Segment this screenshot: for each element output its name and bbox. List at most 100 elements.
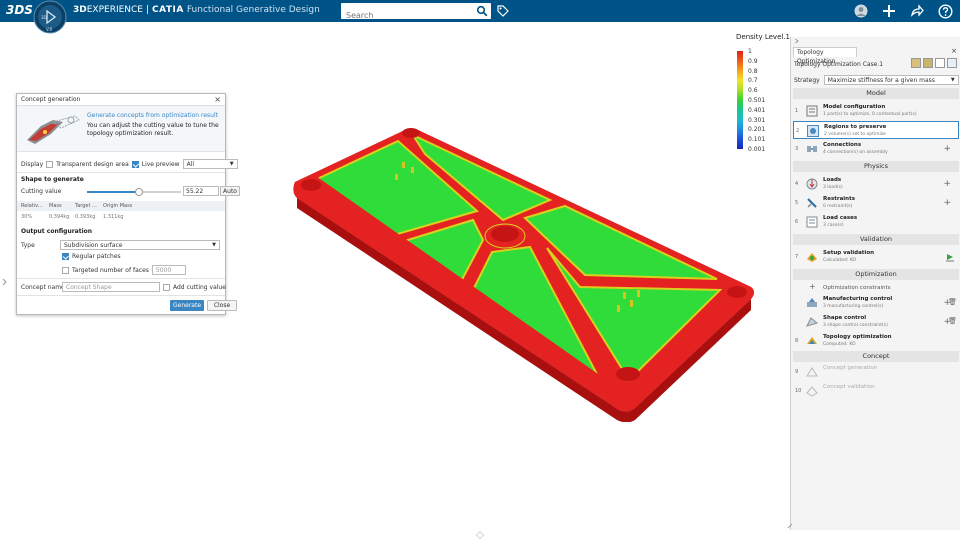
concept-illustration-icon	[27, 115, 80, 144]
case-tools	[911, 58, 957, 68]
search-box[interactable]	[341, 3, 491, 24]
header-target: Target ...	[75, 203, 97, 209]
share-icon[interactable]	[908, 2, 926, 20]
tag-icon[interactable]	[496, 4, 510, 18]
regular-patches-checkbox[interactable]	[62, 253, 69, 260]
panel-tab-row: Topology Optimization ×	[791, 45, 960, 65]
panel-collapse-icon[interactable]	[794, 38, 800, 44]
item-model-configuration[interactable]: 1 Model configuration 1 part(s) to optim…	[793, 102, 959, 120]
dialog-title-bar[interactable]: Concept generation ×	[17, 94, 225, 106]
item-regions-to-preserve[interactable]: 2 Regions to preserve 2 volume(s) set to…	[793, 121, 959, 139]
robot-handle-icon[interactable]	[476, 531, 484, 539]
item-load-cases[interactable]: 6 Load cases 3 case(s)	[793, 213, 959, 231]
app-title: 3DEXPERIENCE | CATIA Functional Generative …	[73, 5, 320, 15]
live-preview-checkbox[interactable]	[131, 160, 139, 168]
legend-label: 0.8	[748, 67, 758, 75]
dialog-header: Generate concepts from optimization resu…	[17, 106, 225, 152]
manufacturing-icon	[807, 298, 817, 307]
compass-icon[interactable]: 3D V.R	[30, 0, 70, 36]
cutting-value-input[interactable]: 55.22	[183, 186, 219, 196]
density-color-bar	[737, 51, 743, 149]
legend-label: 0.7	[748, 77, 758, 85]
add-icon[interactable]	[880, 2, 898, 20]
case-tool-icon[interactable]	[911, 58, 921, 68]
divider	[17, 278, 225, 279]
type-row: Type Subdivision surface ▼	[21, 240, 220, 250]
export-icon[interactable]	[947, 58, 957, 68]
generate-button[interactable]: Generate	[170, 300, 204, 311]
tab-topology-optimization[interactable]: Topology Optimization	[793, 47, 857, 65]
run-validation-icon[interactable]	[945, 252, 955, 262]
item-manufacturing-control[interactable]: Manufacturing control 3 manufacturing co…	[793, 294, 959, 312]
item-setup-validation[interactable]: 7 Setup validation Calculated: KO	[793, 248, 959, 266]
divider	[17, 295, 225, 296]
resize-handle-icon[interactable]	[787, 523, 793, 529]
concept-name-input[interactable]: Concept Shape	[62, 282, 160, 292]
concept-name-row: Concept name Concept Shape Add cutting v…	[21, 282, 226, 292]
help-icon[interactable]	[936, 2, 954, 20]
svg-text:3D: 3D	[41, 15, 47, 20]
type-select[interactable]: Subdivision surface ▼	[60, 240, 220, 250]
add-cutting-checkbox[interactable]	[163, 283, 170, 291]
close-icon[interactable]: ×	[951, 47, 957, 55]
strategy-row: Strategy Maximize stiffness for a given …	[794, 75, 959, 85]
topology-model-view[interactable]	[285, 122, 765, 422]
item-shape-control[interactable]: Shape control 3 shape control constraint…	[793, 313, 959, 331]
item-concept-validation[interactable]: 10 Concept validation	[793, 382, 959, 400]
shape-section-title: Shape to generate	[21, 176, 84, 183]
mass-table-header: Relativ... Mass Target ... Origin Mass	[17, 201, 225, 211]
connections-icon	[807, 146, 817, 152]
left-expander-icon[interactable]	[2, 278, 8, 286]
item-optimization-constraints[interactable]: + Optimization constraints	[793, 282, 959, 294]
loads-icon	[806, 178, 818, 190]
search-icon[interactable]	[476, 5, 488, 17]
table-icon[interactable]	[935, 58, 945, 68]
add-load-button[interactable]: +	[943, 179, 951, 189]
regular-patches-label: Regular patches	[72, 253, 121, 260]
topology-optimization-icon	[807, 337, 817, 344]
slider-fill	[87, 191, 139, 193]
section-model: Model	[793, 88, 959, 99]
dialog-head-text: You can adjust the cutting value to tune…	[87, 122, 219, 137]
transparent-checkbox[interactable]	[46, 160, 54, 168]
legend-label: 0.001	[748, 145, 766, 153]
slider-knob[interactable]	[135, 188, 143, 196]
close-icon[interactable]: ×	[214, 95, 221, 104]
regions-icon	[807, 125, 819, 137]
user-avatar-icon[interactable]	[852, 2, 870, 20]
strategy-select[interactable]: Maximize stiffness for a given mass ▼	[823, 75, 959, 85]
trash-icon[interactable]: 🗑	[948, 317, 957, 325]
auto-button[interactable]: Auto	[220, 186, 240, 196]
item-restraints[interactable]: 5 Restraints 0 restraint(s) +	[793, 194, 959, 212]
section-physics: Physics	[793, 161, 959, 172]
legend-label: 0.101	[748, 136, 766, 144]
ds-logo: 3DS	[6, 3, 33, 17]
item-loads[interactable]: 4 Loads 3 load(s) +	[793, 175, 959, 193]
targeted-faces-checkbox[interactable]	[62, 266, 69, 274]
legend-labels: 1 0.9 0.8 0.7 0.6 0.501 0.401 0.301 0.20…	[748, 47, 765, 155]
case-tool-icon[interactable]	[923, 58, 933, 68]
item-concept-generation[interactable]: 9 Concept generation	[793, 363, 959, 381]
targeted-faces-label: Targeted number of faces	[72, 266, 149, 274]
section-optimization: Optimization	[793, 269, 959, 280]
close-button[interactable]: Close	[207, 300, 237, 311]
load-cases-icon	[806, 216, 818, 228]
cutting-slider[interactable]	[87, 188, 181, 196]
top-bar: 3DS 3DEXPERIENCE | CATIA Functional Generat…	[0, 0, 960, 24]
header-origin: Origin Mass	[103, 203, 133, 209]
item-topology-optimization[interactable]: 8 Topology optimization Computed: KO	[793, 332, 959, 350]
add-icon[interactable]: +	[809, 282, 816, 291]
targeted-faces-input[interactable]: 5000	[151, 265, 186, 275]
search-input[interactable]	[341, 7, 461, 24]
legend-label: 0.301	[748, 116, 766, 124]
header-mass: Mass	[49, 203, 62, 209]
chevron-down-icon: ▼	[950, 77, 955, 83]
concept-name-label: Concept name	[21, 283, 65, 291]
add-connection-button[interactable]: +	[943, 144, 951, 154]
add-restraint-button[interactable]: +	[943, 198, 951, 208]
item-connections[interactable]: 3 Connections 4 connection(s) on assembl…	[793, 140, 959, 158]
strategy-label: Strategy	[794, 76, 820, 84]
legend-label: 0.9	[748, 57, 758, 65]
display-select[interactable]: All ▼	[182, 159, 238, 169]
trash-icon[interactable]: 🗑	[948, 298, 957, 306]
